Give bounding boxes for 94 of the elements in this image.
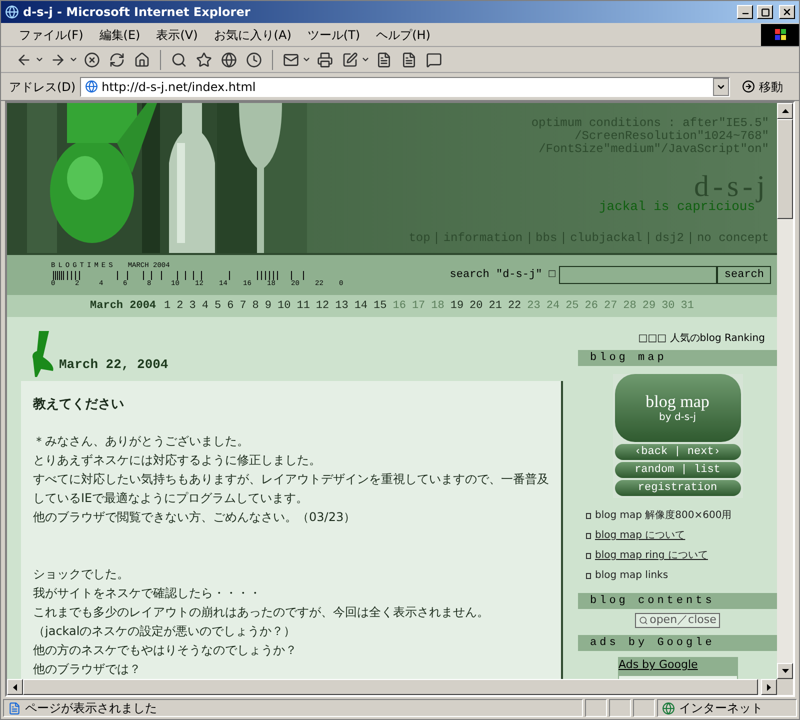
calendar-day[interactable]: 6: [227, 298, 234, 314]
bullet-icon: [586, 572, 591, 578]
bullet-icon: [586, 532, 591, 538]
calendar-day[interactable]: 1: [164, 298, 171, 314]
entry-text: 他のブラウザでは？: [33, 661, 142, 678]
window-title: d-s-j - Microsoft Internet Explorer: [23, 4, 252, 21]
windows-logo-icon: [761, 24, 799, 46]
scrollbar-corner: [777, 679, 793, 695]
menu-item[interactable]: ヘルプ(H): [370, 26, 436, 44]
calendar-day[interactable]: 9: [264, 298, 272, 314]
sidebar-link[interactable]: blog map ring について: [595, 548, 708, 563]
calendar-day[interactable]: 20: [470, 298, 483, 314]
entry-text: 他の方のネスケでもやはりそうなのでしょうか？: [33, 642, 298, 659]
down-arrow-icon[interactable]: [782, 669, 788, 673]
banner-button[interactable]: registration: [614, 480, 740, 496]
calendar-day[interactable]: 21: [488, 298, 502, 314]
calendar-day[interactable]: 15: [374, 298, 387, 314]
status-pane: [585, 699, 607, 717]
section-heading: blog contents: [578, 593, 777, 609]
entry-text: とりあえずネスケには対応するように修正しました。: [33, 452, 322, 469]
menu-item[interactable]: 表示(V): [150, 26, 204, 44]
ads-link[interactable]: Ads by Google: [618, 657, 738, 675]
zone-label: インターネット: [679, 700, 763, 717]
banner-title: blog map: [646, 392, 710, 412]
caret-icon[interactable]: [69, 55, 78, 64]
calendar-day[interactable]: 19: [450, 298, 464, 314]
calendar-day[interactable]: 10: [278, 298, 291, 314]
bullet-icon: [586, 512, 591, 518]
close-icon: [782, 7, 792, 17]
menu-item[interactable]: 編集(E): [93, 26, 146, 44]
menu-item[interactable]: ファイル(F): [13, 26, 90, 44]
menu-item[interactable]: ツール(T): [301, 26, 366, 44]
caret-icon[interactable]: [361, 55, 370, 64]
bullet-icon: [586, 552, 591, 558]
dropdown-button[interactable]: [713, 78, 729, 96]
calendar-month: March 2004: [90, 298, 156, 314]
banner-button[interactable]: ‹back | next›: [614, 444, 740, 460]
entry-text: 他のブラウザで閲覧できない方、ごめんなさい。（03/23）: [33, 509, 357, 526]
caret-icon[interactable]: [302, 55, 311, 64]
sidebar-link[interactable]: blog map links: [595, 568, 668, 583]
ranking-link[interactable]: □□□ 人気のblog Ranking: [638, 331, 765, 346]
globe-icon: [662, 702, 675, 714]
open-close-button[interactable]: open／close: [634, 613, 720, 628]
maximize-button[interactable]: [757, 5, 773, 19]
entry-text: （jackalのネスケの設定が悪いのでしょうか？）: [33, 623, 297, 640]
go-button[interactable]: 移動: [734, 78, 791, 96]
minimize-button[interactable]: [737, 5, 753, 19]
section-heading: blog map: [578, 350, 777, 366]
right-arrow-icon[interactable]: [767, 684, 771, 690]
status-pane: [609, 699, 631, 717]
calendar-day[interactable]: 3: [189, 298, 196, 314]
left-arrow-icon[interactable]: [13, 684, 17, 690]
search-label: search "d-s-j" □: [450, 268, 556, 283]
calendar-day[interactable]: 11: [296, 298, 310, 314]
entry-text: 我がサイトをネスケで確認したら・・・・: [33, 585, 262, 602]
banner-byline: by d-s-j: [659, 412, 696, 424]
address-label: アドレス(D): [9, 78, 76, 96]
scrollbar-thumb[interactable]: [777, 119, 793, 219]
menu-item[interactable]: お気に入り(A): [208, 26, 298, 44]
calendar-day[interactable]: 5: [214, 298, 222, 314]
calendar-day[interactable]: 7: [240, 298, 246, 314]
vertical-scrollbar[interactable]: [777, 103, 793, 679]
maximize-icon: [760, 8, 770, 16]
calendar-day[interactable]: 2: [176, 298, 184, 314]
search-button[interactable]: search: [717, 266, 771, 284]
calendar-day[interactable]: 22: [508, 298, 522, 314]
site-logo: d-s-j: [694, 174, 769, 200]
sidebar-link[interactable]: blog map 解像度800×600用: [595, 508, 732, 523]
search-icon: [638, 616, 648, 625]
status-message: ページが表示されました: [25, 700, 157, 717]
page-icon: [8, 702, 21, 714]
calendar-day[interactable]: 12: [316, 298, 330, 314]
calendar-day[interactable]: 4: [202, 298, 208, 314]
address-field[interactable]: http://d-s-j.net/index.html: [80, 76, 730, 96]
entry-text: これまでも多少のレイアウトの崩れはあったのですが、今回は全く表示されません。: [33, 604, 490, 621]
status-pane: [633, 699, 655, 717]
sidebar-link[interactable]: blog map について: [595, 528, 686, 543]
up-arrow-icon[interactable]: [782, 109, 788, 113]
entry-title: 教えてください: [33, 396, 125, 414]
caret-icon[interactable]: [35, 55, 44, 64]
banner-button[interactable]: random | list: [614, 462, 740, 478]
browser-icon: [5, 5, 19, 19]
close-button[interactable]: [779, 5, 795, 19]
entry-text: すべてに対応したい気持ちもありますが、レイアウトデザインを重視していますので、一番普及しているIEで最適なようにプログラムしています。: [33, 471, 550, 507]
calendar-day[interactable]: 14: [354, 298, 368, 314]
search-field[interactable]: [559, 266, 718, 284]
globe-icon: [84, 80, 98, 93]
entry-text: ＊みなさん、ありがとうございました。: [33, 433, 250, 450]
entry-date: March 22, 2004: [59, 356, 168, 374]
section-heading: ads by Google: [578, 635, 777, 651]
calendar-day[interactable]: 8: [252, 298, 259, 314]
calendar-day[interactable]: 13: [335, 298, 348, 314]
tagline: jackal is capricious: [598, 200, 755, 214]
entry-text: ショックでした。: [33, 566, 130, 583]
